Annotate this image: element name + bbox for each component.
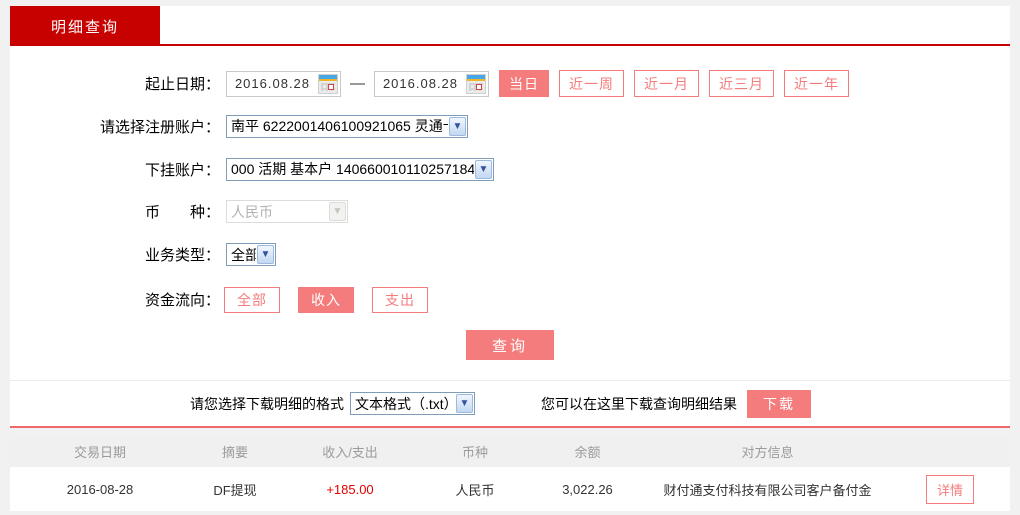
- cell-trade-date: 2016-08-28: [66, 481, 134, 497]
- start-date-value: 2016.08.28: [234, 76, 311, 91]
- range-button-today[interactable]: 当日: [499, 70, 549, 97]
- table-top-divider: [10, 426, 1010, 428]
- register-account-select[interactable]: 南平 6222001406100921065 灵通卡 ▼: [226, 114, 468, 138]
- business-type-value: 全部: [231, 246, 256, 263]
- chevron-down-icon[interactable]: ▼: [257, 245, 274, 264]
- business-type-label: 业务类型：: [144, 247, 220, 264]
- header-counterparty: 对方信息: [741, 445, 794, 460]
- page: 明细查询 起止日期： 2016.08.28 — 2016.08.28 当日 近一…: [0, 0, 1020, 511]
- query-button[interactable]: 查询: [466, 330, 554, 360]
- sub-account-value: 000 活期 基本户 1406600101102571848: [231, 161, 474, 177]
- start-date-input[interactable]: 2016.08.28: [226, 70, 341, 97]
- detail-button[interactable]: 详情: [925, 474, 974, 504]
- currency-value: 人民币: [231, 203, 273, 220]
- query-form: 起止日期： 2016.08.28 — 2016.08.28 当日 近一周 近一月…: [10, 46, 1010, 381]
- cell-counterparty: 财付通支付科技有限公司客户备付金: [663, 482, 872, 498]
- cell-balance: 3,022.26: [562, 481, 613, 497]
- fund-flow-label: 资金流向：: [144, 292, 220, 309]
- sub-account-row: 下挂账户： 000 活期 基本户 1406600101102571848 ▼: [10, 157, 1010, 181]
- download-format-label: 请您选择下载明细的格式: [190, 395, 344, 412]
- download-section: 请您选择下载明细的格式 文本格式（.txt） ▼ 您可以在这里下载查询明细结果 …: [10, 381, 1010, 426]
- sub-account-label: 下挂账户：: [144, 161, 220, 179]
- end-date-value: 2016.08.28: [382, 76, 459, 91]
- business-type-row: 业务类型： 全部 ▼: [10, 243, 1010, 266]
- fund-flow-income-button[interactable]: 收入: [298, 286, 354, 313]
- range-button-last-year[interactable]: 近一年: [784, 70, 849, 97]
- download-hint-text: 您可以在这里下载查询明细结果: [541, 395, 737, 412]
- chevron-down-icon[interactable]: ▼: [456, 394, 473, 413]
- header-balance: 余额: [574, 445, 601, 460]
- register-account-row: 请选择注册账户： 南平 6222001406100921065 灵通卡 ▼: [10, 114, 1010, 138]
- date-range-label: 起止日期：: [144, 76, 220, 93]
- fund-flow-expense-button[interactable]: 支出: [372, 286, 428, 313]
- chevron-down-icon[interactable]: ▼: [449, 116, 466, 136]
- cell-amount: +185.00: [326, 481, 374, 497]
- fund-flow-row: 资金流向： 全部 收入 支出: [10, 286, 1010, 313]
- business-type-select[interactable]: 全部 ▼: [226, 243, 276, 266]
- currency-label: 币 种：: [144, 204, 220, 221]
- chevron-down-icon[interactable]: ▼: [475, 159, 492, 179]
- chevron-down-icon: ▼: [329, 202, 346, 221]
- cell-currency: 人民币: [455, 482, 495, 498]
- register-account-label: 请选择注册账户：: [99, 118, 220, 136]
- calendar-icon[interactable]: [466, 73, 486, 94]
- sub-account-select[interactable]: 000 活期 基本户 1406600101102571848 ▼: [226, 157, 494, 181]
- register-account-value: 南平 6222001406100921065 灵通卡: [231, 118, 448, 134]
- tab-detail-query[interactable]: 明细查询: [10, 6, 160, 46]
- tab-bar: 明细查询: [10, 6, 1010, 46]
- range-button-last-month[interactable]: 近一月: [634, 70, 699, 97]
- currency-select: 人民币 ▼: [226, 200, 348, 223]
- table-row: 2016-08-28 DF提现 +185.00 人民币 3,022.26 财付通…: [10, 467, 1010, 511]
- header-summary: 摘要: [221, 445, 248, 460]
- calendar-icon[interactable]: [318, 73, 338, 94]
- header-trade-date: 交易日期: [73, 445, 126, 460]
- download-format-value: 文本格式（.txt）: [355, 395, 455, 412]
- download-button[interactable]: 下载: [747, 389, 811, 418]
- date-range-dash: —: [350, 75, 365, 92]
- header-income-expense: 收入/支出: [322, 445, 378, 460]
- header-currency: 币种: [461, 445, 488, 460]
- end-date-input[interactable]: 2016.08.28: [374, 70, 489, 97]
- cell-summary: DF提现: [213, 482, 257, 498]
- fund-flow-all-button[interactable]: 全部: [224, 286, 280, 313]
- date-range-row: 起止日期： 2016.08.28 — 2016.08.28 当日 近一周 近一月…: [10, 70, 1010, 97]
- range-button-last-3-months[interactable]: 近三月: [709, 70, 774, 97]
- range-button-last-week[interactable]: 近一周: [559, 70, 624, 97]
- table-header-row: 交易日期 摘要 收入/支出 币种 余额 对方信息: [10, 436, 1010, 467]
- download-format-select[interactable]: 文本格式（.txt） ▼: [350, 392, 475, 415]
- currency-row: 币 种： 人民币 ▼: [10, 200, 1010, 223]
